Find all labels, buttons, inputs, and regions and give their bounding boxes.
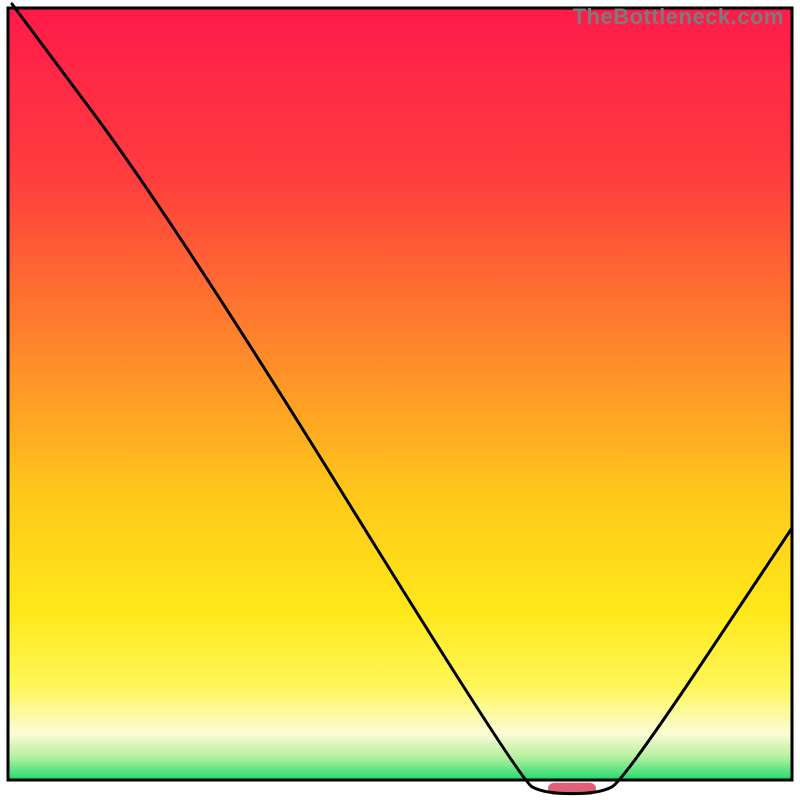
gradient-background: [8, 8, 792, 780]
bottleneck-chart: [0, 0, 800, 800]
watermark-text: TheBottleneck.com: [573, 4, 784, 30]
